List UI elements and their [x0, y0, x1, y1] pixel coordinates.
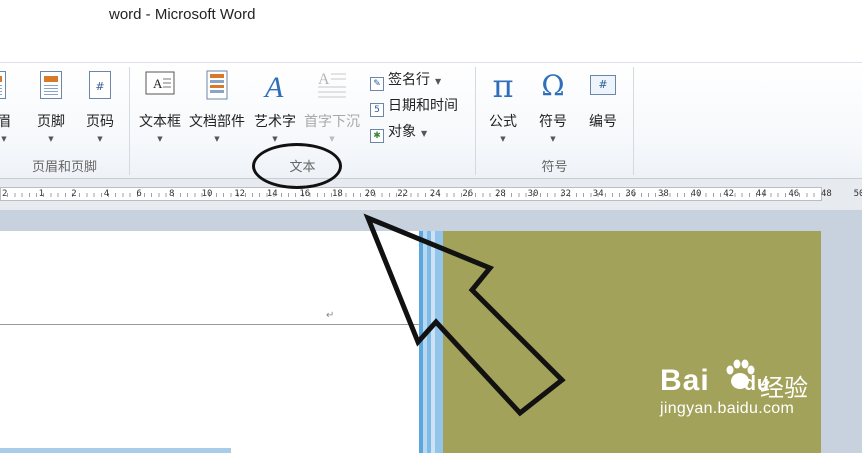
- baidu-watermark: Bai du 经验 jingyan.baidu.com: [660, 359, 808, 418]
- paw-icon: [726, 359, 755, 389]
- watermark-cn: 经验: [760, 375, 808, 402]
- watermark-logo: Bai: [660, 364, 710, 397]
